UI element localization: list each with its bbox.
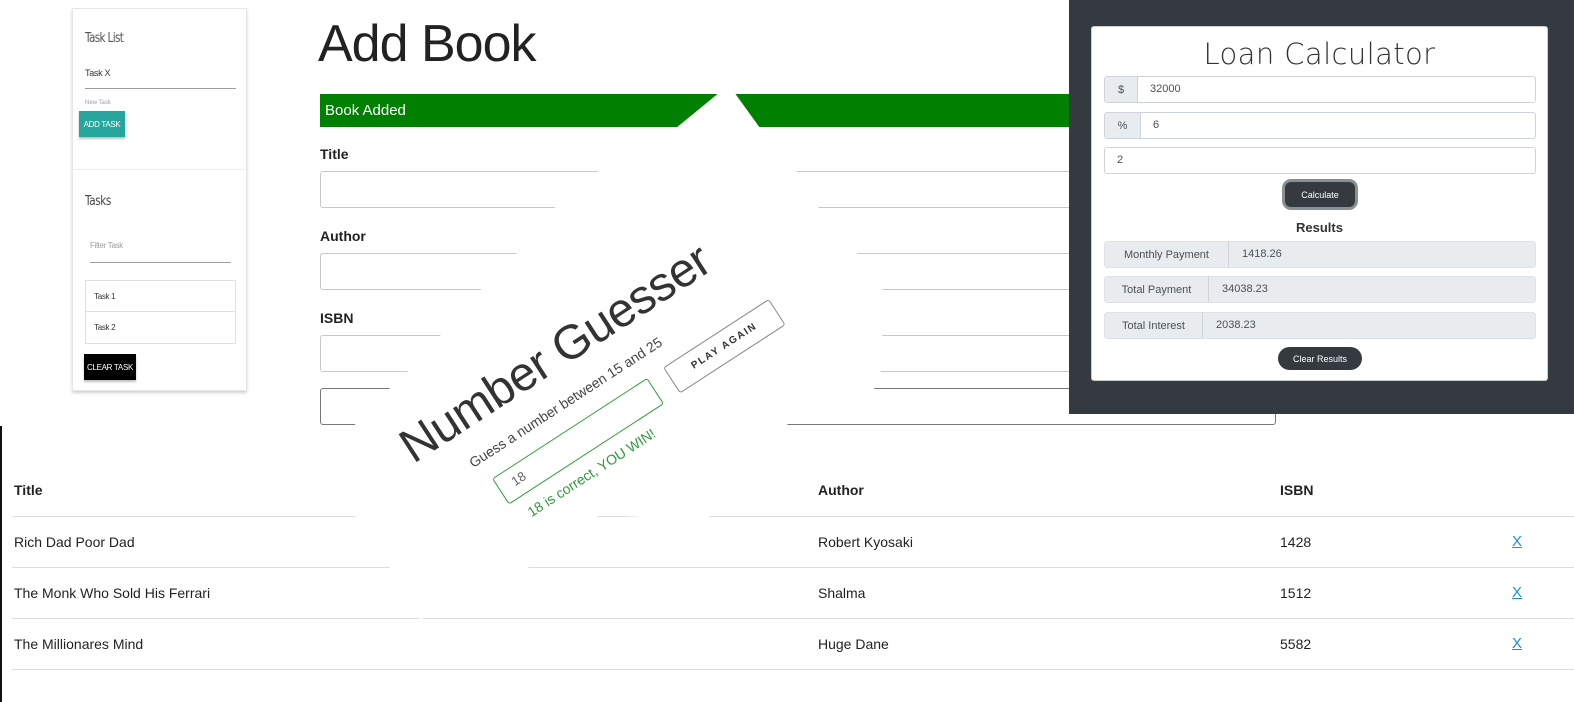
task-list-title: Task List bbox=[85, 31, 124, 46]
book-title-cell: The Millionares Mind bbox=[12, 618, 816, 670]
monthly-payment-label: Monthly Payment bbox=[1105, 242, 1229, 267]
table-row: Rich Dad Poor Dad Robert Kyosaki 1428 X bbox=[12, 516, 1574, 568]
book-title-cell: Rich Dad Poor Dad bbox=[12, 516, 816, 568]
task-collection: Task 1 Task 2 bbox=[85, 280, 236, 344]
total-payment-label: Total Payment bbox=[1105, 277, 1209, 302]
column-header-isbn: ISBN bbox=[1278, 426, 1510, 517]
interest-input[interactable]: 6 bbox=[1153, 119, 1159, 131]
play-again-button[interactable]: PLAY AGAIN bbox=[663, 298, 786, 394]
column-header-delete bbox=[1510, 426, 1574, 517]
filter-task-input[interactable]: Filter Task bbox=[90, 235, 231, 263]
table-row: The Monk Who Sold His Ferrari Shalma 151… bbox=[12, 567, 1574, 619]
title-label: Title bbox=[320, 146, 349, 162]
add-task-button[interactable]: ADD TASK bbox=[79, 111, 125, 137]
years-input-group[interactable]: 2 bbox=[1104, 147, 1536, 174]
book-table-container: Title Author ISBN Rich Dad Poor Dad Robe… bbox=[0, 426, 1574, 702]
total-payment-group: Total Payment 34038.23 bbox=[1104, 276, 1536, 303]
total-payment-value: 34038.23 bbox=[1222, 283, 1268, 295]
book-table: Title Author ISBN Rich Dad Poor Dad Robe… bbox=[12, 426, 1574, 670]
isbn-label: ISBN bbox=[320, 310, 354, 326]
book-isbn-cell: 1512 bbox=[1278, 567, 1510, 619]
book-title-cell: The Monk Who Sold His Ferrari bbox=[12, 567, 816, 619]
monthly-payment-value: 1418.26 bbox=[1242, 248, 1282, 260]
book-isbn-cell: 5582 bbox=[1278, 618, 1510, 670]
book-isbn-cell: 1428 bbox=[1278, 516, 1510, 568]
amount-input-group[interactable]: $ 32000 bbox=[1104, 76, 1536, 103]
new-task-input[interactable]: Task X bbox=[85, 65, 236, 89]
task-list-card: Task List Task X New Task ADD TASK Tasks… bbox=[72, 8, 247, 391]
interest-input-group[interactable]: % 6 bbox=[1104, 112, 1536, 139]
delete-link[interactable]: X bbox=[1510, 618, 1574, 670]
book-author-cell: Robert Kyosaki bbox=[816, 516, 1278, 568]
book-author-cell: Shalma bbox=[816, 567, 1278, 619]
task-item[interactable]: Task 1 bbox=[86, 281, 235, 312]
results-heading: Results bbox=[1296, 220, 1343, 235]
amount-input[interactable]: 32000 bbox=[1150, 83, 1181, 95]
monthly-payment-group: Monthly Payment 1418.26 bbox=[1104, 241, 1536, 268]
book-author-cell: Huge Dane bbox=[816, 618, 1278, 670]
percent-addon: % bbox=[1105, 113, 1141, 138]
new-task-label: New Task bbox=[85, 100, 111, 106]
table-header-row: Title Author ISBN bbox=[12, 426, 1574, 517]
total-interest-label: Total Interest bbox=[1105, 313, 1203, 338]
table-row: The Millionares Mind Huge Dane 5582 X bbox=[12, 618, 1574, 670]
tasks-heading: Tasks bbox=[85, 194, 111, 209]
loan-calculator-card: Loan Calculator $ 32000 % 6 2 Calculate … bbox=[1091, 26, 1548, 381]
total-interest-group: Total Interest 2038.23 bbox=[1104, 312, 1536, 339]
clear-task-button[interactable]: CLEAR TASK bbox=[84, 354, 136, 380]
delete-link[interactable]: X bbox=[1510, 567, 1574, 619]
loan-calculator-window: Loan Calculator $ 32000 % 6 2 Calculate … bbox=[1069, 0, 1574, 414]
author-label: Author bbox=[320, 228, 366, 244]
total-interest-value: 2038.23 bbox=[1216, 319, 1256, 331]
loan-calculator-title: Loan Calculator bbox=[1203, 37, 1436, 71]
clear-results-button[interactable]: Clear Results bbox=[1278, 347, 1362, 370]
column-header-author: Author bbox=[816, 426, 1278, 517]
calculate-button[interactable]: Calculate bbox=[1285, 182, 1355, 207]
dollar-addon: $ bbox=[1105, 77, 1138, 102]
task-item[interactable]: Task 2 bbox=[86, 312, 235, 343]
task-divider bbox=[73, 169, 246, 170]
years-input[interactable]: 2 bbox=[1117, 154, 1123, 166]
delete-link[interactable]: X bbox=[1510, 516, 1574, 568]
page-title: Add Book bbox=[318, 15, 536, 73]
